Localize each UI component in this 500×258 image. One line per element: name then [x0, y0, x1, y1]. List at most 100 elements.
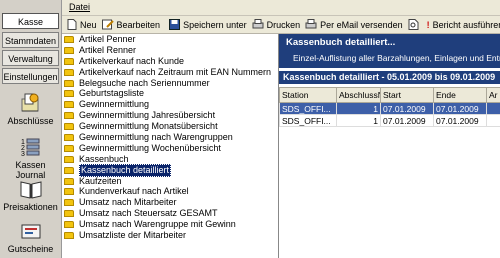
nav-gutscheine[interactable]: Gutscheine — [2, 220, 59, 254]
table-cell: 1 — [336, 102, 381, 115]
report-item-label: Artikel Renner — [79, 44, 137, 55]
folder-icon — [64, 57, 74, 65]
folder-icon — [64, 90, 74, 98]
nav-einstellungen-button[interactable]: Einstellungen — [2, 68, 59, 84]
run-report-button[interactable]: ! Bericht ausführen — [427, 20, 500, 30]
folder-icon — [64, 166, 74, 174]
folder-icon — [64, 177, 74, 185]
column-header[interactable]: Ende — [433, 87, 487, 103]
report-list: Artikel Penner Artikel Renner Artikelverka… — [62, 34, 279, 258]
nav-abschluesse[interactable]: Abschlüsse — [2, 90, 59, 126]
report-item[interactable]: Kassenbuch detailliert — [62, 163, 278, 177]
report-item[interactable]: Kundenverkauf nach Artikel — [62, 186, 278, 197]
email-button[interactable]: Per eMail versenden — [305, 19, 403, 30]
report-table: StationAbschlussNrStartEndeAr SDS_OFFI..… — [279, 87, 500, 127]
preisaktionen-label: Preisaktionen — [3, 202, 58, 212]
save-icon — [169, 19, 181, 30]
report-subtitle: Einzel-Auflistung aller Barzahlungen, Ei… — [293, 53, 500, 63]
folder-icon — [64, 221, 74, 229]
menu-datei[interactable]: Datei — [62, 0, 97, 14]
report-item-label: Umsatzliste der Mitarbeiter — [79, 229, 187, 240]
table-cell — [486, 114, 500, 127]
report-item-label: Belegsuche nach Seriennummer — [79, 77, 210, 88]
report-item[interactable]: Umsatz nach Steuersatz GESAMT — [62, 208, 278, 219]
folder-icon — [64, 210, 74, 218]
new-document-icon — [67, 19, 77, 30]
print-label: Drucken — [266, 19, 301, 30]
save-as-button[interactable]: Speichern unter — [169, 19, 247, 30]
report-item[interactable]: Umsatzliste der Mitarbeiter — [62, 230, 278, 241]
table-cell: 07.01.2009 — [433, 114, 487, 127]
report-item[interactable]: Gewinnermittlung nach Warengruppen — [62, 132, 278, 143]
report-item[interactable]: Artikel Renner — [62, 45, 278, 56]
report-item[interactable]: Gewinnermittlung Wochenübersicht — [62, 143, 278, 154]
report-item[interactable]: Artikelverkauf nach Zeitraum mit EAN Num… — [62, 67, 278, 78]
report-item-label: Artikelverkauf nach Zeitraum mit EAN Num… — [79, 66, 272, 77]
edit-label: Bearbeiten — [116, 19, 161, 30]
email-label: Per eMail versenden — [320, 19, 403, 30]
report-item-label: Umsatz nach Steuersatz GESAMT — [79, 208, 218, 219]
column-header[interactable]: Start — [380, 87, 434, 103]
preview-button[interactable] — [408, 19, 422, 30]
printer-icon — [252, 19, 264, 29]
new-button[interactable]: Neu — [67, 19, 97, 30]
folder-icon — [64, 101, 74, 109]
print-button[interactable]: Drucken — [252, 19, 301, 30]
table-cell: SDS_OFFI... — [279, 102, 337, 115]
report-item-label: Gewinnermittlung Jahresübersicht — [79, 110, 216, 121]
abschluesse-icon — [21, 93, 38, 112]
table-row[interactable]: SDS_OFFI... 1 07.01.2009 07.01.2009 — [279, 114, 500, 127]
table-cell: 1 — [336, 114, 381, 127]
report-header: Kassenbuch detailliert... Einzel-Auflist… — [279, 34, 500, 68]
nav-kassen-journal[interactable]: 1 2 3 Kassen Journal — [2, 136, 59, 180]
report-panel: Kassenbuch detailliert... Einzel-Auflist… — [279, 34, 500, 258]
report-item[interactable]: Artikel Penner — [62, 34, 278, 45]
report-item[interactable]: Gewinnermittlung Jahresübersicht — [62, 110, 278, 121]
report-item[interactable]: Umsatz nach Mitarbeiter — [62, 197, 278, 208]
nav-kasse-button[interactable]: Kasse — [2, 13, 59, 29]
folder-icon — [64, 35, 74, 43]
folder-icon — [64, 68, 74, 76]
exclamation-icon: ! — [426, 19, 430, 30]
save-as-label: Speichern unter — [183, 19, 247, 30]
report-item-label: Artikelverkauf nach Kunde — [79, 55, 185, 66]
report-item-label: Artikel Penner — [79, 34, 136, 44]
email-printer-icon — [305, 19, 317, 29]
toolbar: Neu Bearbeiten Speichern unter Drucken P… — [62, 16, 500, 34]
report-item-label: Kaufzeiten — [79, 175, 122, 186]
run-report-label: Bericht ausführen — [432, 19, 500, 30]
journal-icon: 1 2 3 — [21, 138, 39, 158]
table-cell: 07.01.2009 — [380, 102, 434, 115]
folder-icon — [64, 79, 74, 87]
column-header[interactable]: Station — [279, 87, 337, 103]
preview-icon — [408, 19, 419, 30]
report-item[interactable]: Belegsuche nach Seriennummer — [62, 78, 278, 89]
report-date-band: Kassenbuch detailliert - 05.01.2009 bis … — [279, 71, 500, 84]
column-header[interactable]: Ar — [486, 87, 500, 103]
table-cell: 07.01.2009 — [433, 102, 487, 115]
table-cell — [486, 102, 500, 115]
menu-bar: Datei — [62, 0, 500, 16]
folder-icon — [64, 155, 74, 163]
book-icon — [20, 181, 41, 199]
report-item[interactable]: Kaufzeiten — [62, 176, 278, 187]
report-item[interactable]: Gewinnermittlung — [62, 99, 278, 110]
table-row[interactable]: SDS_OFFI... 1 07.01.2009 07.01.2009 — [279, 102, 500, 115]
nav-stammdaten-button[interactable]: Stammdaten — [2, 32, 59, 48]
report-item-label: Gewinnermittlung Monatsübersicht — [79, 121, 218, 132]
table-cell: SDS_OFFI... — [279, 114, 337, 127]
report-item[interactable]: Umsatz nach Warengruppe mit Gewinn — [62, 219, 278, 230]
report-item[interactable]: Geburtstagsliste — [62, 88, 278, 99]
report-item[interactable]: Artikelverkauf nach Kunde — [62, 56, 278, 67]
column-header[interactable]: AbschlussNr — [336, 87, 381, 103]
report-item-label: Gewinnermittlung nach Warengruppen — [79, 131, 233, 142]
nav-preisaktionen[interactable]: Preisaktionen — [2, 178, 59, 212]
report-item[interactable]: Gewinnermittlung Monatsübersicht — [62, 121, 278, 132]
report-item-label: Gewinnermittlung Wochenübersicht — [79, 142, 221, 153]
new-label: Neu — [80, 19, 97, 30]
report-title: Kassenbuch detailliert... — [286, 37, 396, 48]
folder-icon — [64, 199, 74, 207]
svg-text:3: 3 — [21, 151, 25, 158]
nav-verwaltung-button[interactable]: Verwaltung — [2, 50, 59, 66]
edit-button[interactable]: Bearbeiten — [101, 19, 161, 30]
